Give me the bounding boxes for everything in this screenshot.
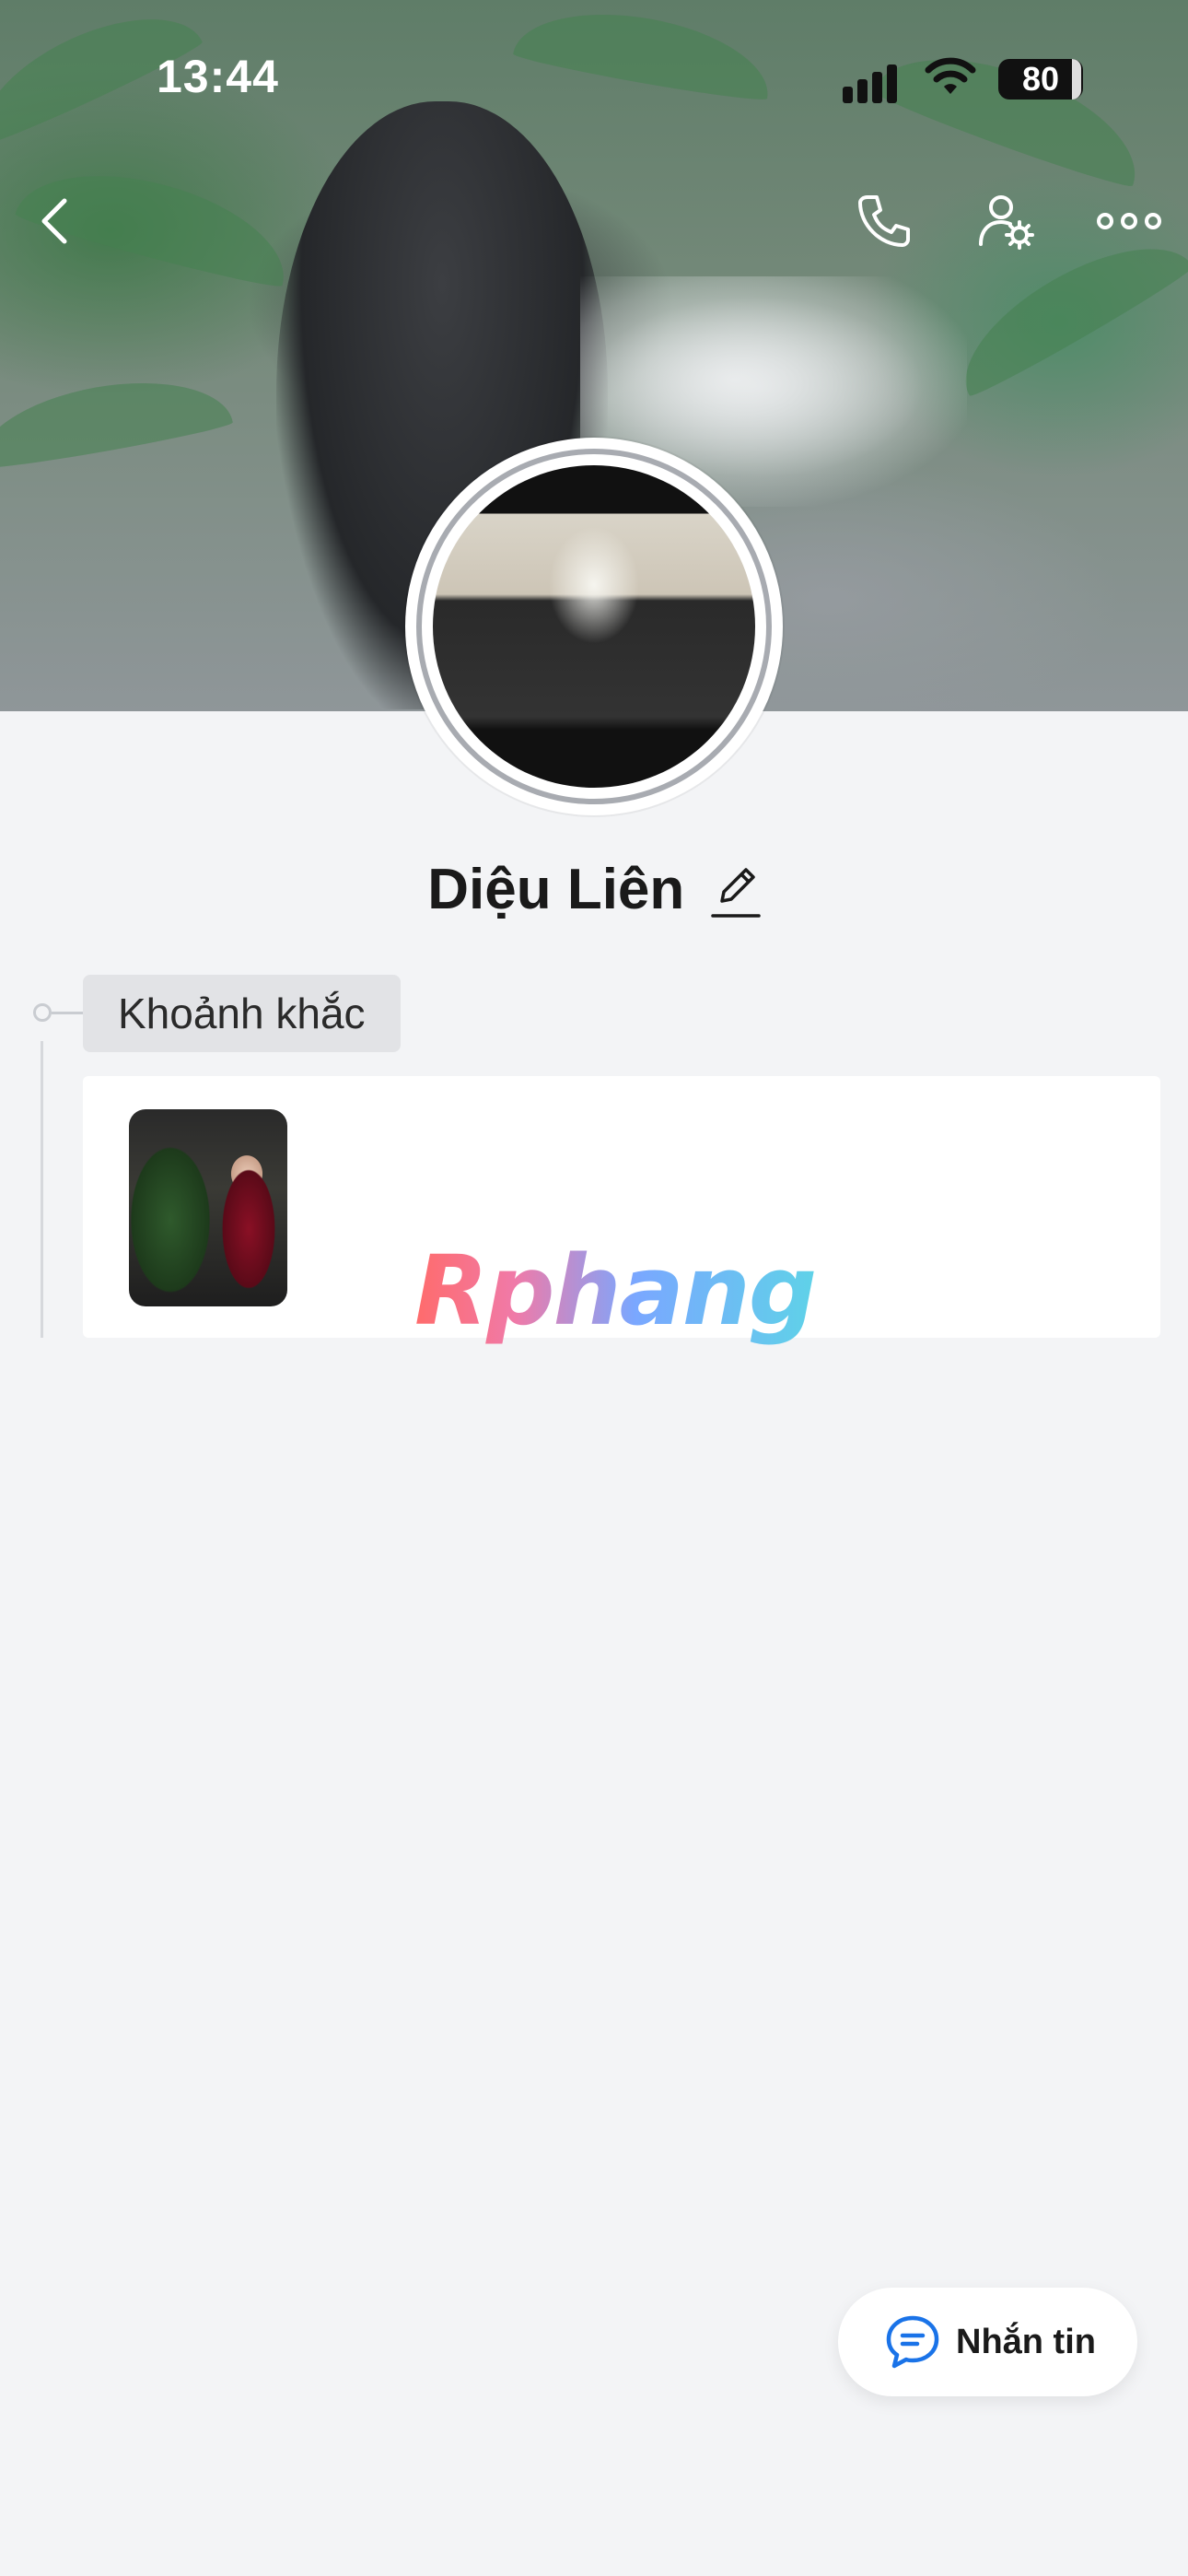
watermark: Rphang xyxy=(414,1235,817,1347)
avatar[interactable] xyxy=(405,438,783,815)
message-button-label: Nhắn tin xyxy=(956,2322,1096,2361)
chat-bubble-icon xyxy=(886,2315,939,2369)
back-button[interactable] xyxy=(18,184,92,258)
message-button[interactable]: Nhắn tin xyxy=(838,2288,1137,2396)
more-horizontal-icon xyxy=(1097,213,1161,229)
profile-name: Diệu Liên xyxy=(427,858,685,921)
user-gear-icon xyxy=(979,195,1034,250)
call-button[interactable] xyxy=(847,184,921,258)
avatar-photo xyxy=(433,465,755,788)
timeline-connector xyxy=(52,1012,83,1014)
battery-indicator: 80 xyxy=(998,59,1083,100)
pencil-icon[interactable] xyxy=(710,861,761,919)
timeline-dot xyxy=(33,1003,52,1022)
status-bar: 13:44 80 xyxy=(0,0,1188,157)
profile-settings-button[interactable] xyxy=(969,184,1042,258)
phone-icon xyxy=(858,195,910,247)
cellular-signal-icon xyxy=(843,61,907,103)
moments-label: Khoảnh khắc xyxy=(83,975,401,1052)
more-options-button[interactable] xyxy=(1092,184,1166,258)
wifi-icon xyxy=(925,57,976,94)
moment-thumbnail[interactable] xyxy=(129,1109,287,1306)
status-time: 13:44 xyxy=(157,51,279,102)
battery-cap xyxy=(1072,59,1081,100)
timeline-line xyxy=(41,1041,43,1338)
chevron-left-icon xyxy=(41,198,67,244)
profile-name-row: Diệu Liên xyxy=(0,857,1188,922)
